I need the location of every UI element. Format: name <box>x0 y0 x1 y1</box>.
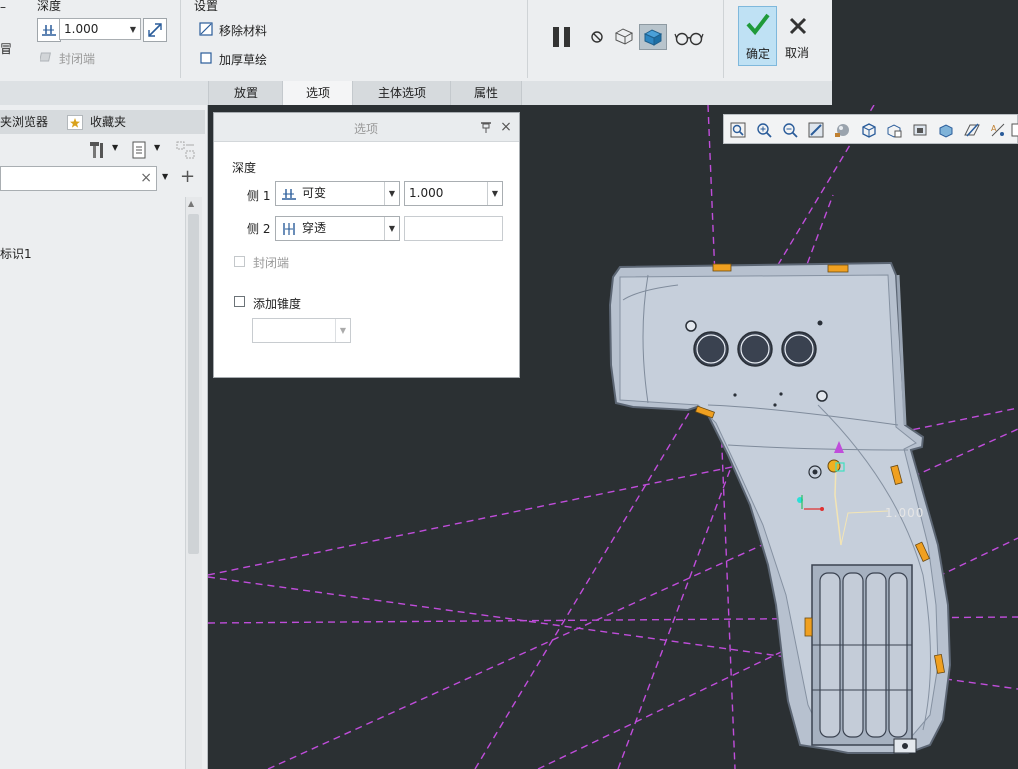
chevron-down-icon: ▼ <box>335 319 350 342</box>
ok-label: 确定 <box>746 47 771 61</box>
tab-favorites[interactable]: 收藏夹 <box>90 113 126 130</box>
tab-body-options[interactable]: 主体选项 <box>352 81 451 105</box>
geometry-preview-button[interactable] <box>612 25 636 47</box>
group-divider <box>527 0 528 78</box>
side1-label: 侧 1 <box>247 189 271 203</box>
chevron-down-icon[interactable]: ▼ <box>126 19 140 39</box>
cross-icon <box>789 17 807 35</box>
search-input[interactable]: × <box>0 166 157 191</box>
through-all-icon <box>283 223 295 235</box>
chevron-down-icon[interactable]: ▼ <box>154 143 160 152</box>
capped-ends-label: 封闭端 <box>253 256 290 270</box>
zoom-fit-icon[interactable] <box>729 121 747 139</box>
dimension-value-label[interactable]: 1.000 <box>885 506 924 520</box>
chevron-down-icon[interactable]: ▼ <box>384 182 399 205</box>
add-taper-checkbox[interactable] <box>234 296 245 307</box>
check-icon <box>746 13 770 36</box>
flip-direction-icon <box>148 23 162 37</box>
zoom-out-icon[interactable] <box>781 121 799 139</box>
view-manager-icon[interactable] <box>885 121 903 139</box>
favorites-star-icon <box>67 115 83 130</box>
side1-depth-value-input[interactable]: 1.000 ▼ <box>404 181 503 206</box>
depth-group-label: 深度 <box>37 0 62 13</box>
scroll-up-icon[interactable]: ▲ <box>188 199 194 208</box>
perspective-icon[interactable] <box>911 121 929 139</box>
tab-folder-browser[interactable]: 夹浏览器 <box>0 113 48 130</box>
add-icon[interactable]: + <box>180 166 195 187</box>
svg-text:A: A <box>991 124 997 133</box>
scrollbar-thumb[interactable] <box>188 214 199 554</box>
pin-icon <box>481 122 491 133</box>
tab-options[interactable]: 选项 <box>282 81 353 105</box>
thicken-sketch-icon[interactable] <box>198 50 214 66</box>
saved-views-icon[interactable] <box>859 121 877 139</box>
dashboard-ribbon <box>0 0 832 82</box>
capped-ends-checkbox <box>234 256 245 267</box>
display-style-icon[interactable] <box>833 121 851 139</box>
side2-depth-type-select[interactable]: 穿透 ▼ <box>275 216 400 241</box>
depth-type-button[interactable] <box>37 18 61 42</box>
cancel-button[interactable]: 取消 <box>782 6 814 66</box>
blind-depth-icon <box>42 25 56 36</box>
add-taper-label[interactable]: 添加锥度 <box>253 295 301 312</box>
side2-label: 侧 2 <box>247 222 271 236</box>
pause-button[interactable] <box>549 24 575 50</box>
section-view-icon[interactable] <box>937 121 955 139</box>
depth-value-text: 1.000 <box>64 22 99 36</box>
ribbon-partial-glyph: 冒 <box>0 42 13 56</box>
settings-group-label: 设置 <box>194 0 219 13</box>
grid-icon <box>176 141 195 159</box>
feature-preview-button[interactable] <box>639 24 667 50</box>
group-divider <box>180 0 181 78</box>
geometry-preview-icon <box>614 28 634 45</box>
list-icon <box>132 141 146 159</box>
flip-direction-button[interactable] <box>143 18 167 42</box>
blind-depth-icon <box>282 189 296 200</box>
chevron-down-icon[interactable]: ▼ <box>162 172 168 181</box>
glasses-icon <box>674 32 704 46</box>
capped-ends-icon <box>40 50 54 64</box>
side1-depth-type-select[interactable]: 可变 ▼ <box>275 181 400 206</box>
no-preview-icon <box>591 31 603 43</box>
clear-icon[interactable]: × <box>140 170 152 186</box>
depth-section-label: 深度 <box>232 161 257 175</box>
more-display-icon[interactable] <box>1011 121 1018 139</box>
pin-button[interactable] <box>478 119 494 135</box>
taper-angle-select: ▼ <box>252 318 351 343</box>
ok-button[interactable]: 确定 <box>738 6 777 66</box>
chevron-down-icon[interactable]: ▼ <box>487 182 502 205</box>
tab-placement[interactable]: 放置 <box>208 81 283 105</box>
verify-button[interactable] <box>674 28 704 48</box>
cancel-label: 取消 <box>785 46 810 60</box>
tab-properties[interactable]: 属性 <box>450 81 522 105</box>
repaint-icon[interactable] <box>807 121 825 139</box>
side1-type-text: 可变 <box>302 186 327 200</box>
chevron-down-icon[interactable]: ▼ <box>384 217 399 240</box>
close-icon[interactable]: × <box>498 119 514 135</box>
tree-columns-button[interactable] <box>175 140 197 160</box>
tree-item[interactable]: 标识1 <box>0 245 32 262</box>
remove-material-label[interactable]: 移除材料 <box>219 22 267 39</box>
thicken-sketch-label[interactable]: 加厚草绘 <box>219 51 267 68</box>
tree-filter-button[interactable] <box>130 140 148 160</box>
chevron-down-icon[interactable]: ▼ <box>112 143 118 152</box>
navigator-panel <box>0 105 208 769</box>
remove-material-icon[interactable] <box>198 21 214 37</box>
datum-display-icon[interactable] <box>963 121 981 139</box>
ribbon-partial-dash: – <box>0 0 6 14</box>
group-divider <box>723 0 724 78</box>
feature-preview-icon <box>643 29 663 46</box>
side2-depth-value-input <box>404 216 503 241</box>
side2-type-text: 穿透 <box>302 221 327 235</box>
capped-ends-ribbon-label: 封闭端 <box>59 52 96 66</box>
side1-value-text: 1.000 <box>409 186 444 200</box>
annotation-display-icon[interactable]: A <box>989 121 1007 139</box>
no-preview-button[interactable] <box>588 28 606 46</box>
tree-settings-button[interactable] <box>87 139 107 161</box>
options-panel-title: 选项 <box>354 122 379 136</box>
zoom-in-icon[interactable] <box>755 121 773 139</box>
pause-icon <box>553 27 570 47</box>
depth-value-input[interactable]: 1.000 ▼ <box>59 18 141 40</box>
tools-icon <box>90 142 103 158</box>
